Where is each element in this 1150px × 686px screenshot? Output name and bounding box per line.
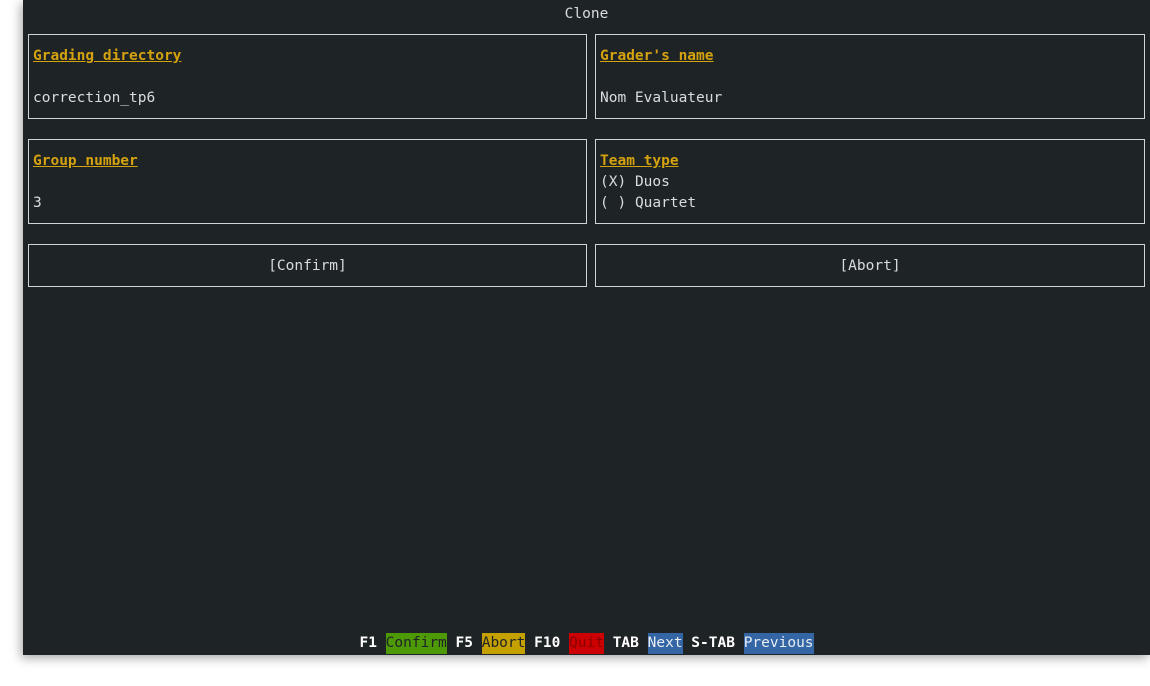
previous-shortcut[interactable]: Previous [743, 633, 814, 654]
key-shift-tab: S-TAB [691, 635, 735, 651]
team-type-field[interactable]: Team type (X) Duos ( ) Quartet [595, 139, 1145, 224]
team-type-option-quartet[interactable]: ( ) Quartet [600, 193, 696, 214]
confirm-shortcut[interactable]: Confirm [385, 633, 447, 654]
key-tab: TAB [612, 635, 639, 651]
group-number-input[interactable]: 3 [33, 193, 42, 213]
dialog-title: Clone [564, 6, 609, 22]
confirm-button[interactable]: [Confirm] [28, 244, 587, 287]
radio-label: Quartet [634, 195, 697, 211]
key-hints-bar: F1 Confirm F5 Abort F10 Quit TAB Next S-… [23, 633, 1150, 654]
grading-directory-label: Grading directory [33, 48, 182, 64]
next-shortcut[interactable]: Next [647, 633, 683, 654]
group-number-label: Group number [33, 153, 138, 169]
team-type-label: Team type [600, 153, 679, 169]
abort-shortcut[interactable]: Abort [481, 633, 526, 654]
radio-label: Duos [634, 174, 670, 190]
team-type-option-duos[interactable]: (X) Duos [600, 172, 670, 193]
quit-shortcut[interactable]: Quit [569, 633, 604, 654]
abort-button[interactable]: [Abort] [595, 244, 1145, 287]
grading-directory-field[interactable]: Grading directory correction_tp6 [28, 34, 587, 119]
terminal-window: Clone Grading directory correction_tp6 G… [23, 0, 1150, 655]
grader-name-label: Grader's name [600, 48, 714, 64]
key-f10: F10 [534, 635, 561, 651]
grader-name-field[interactable]: Grader's name Nom Evaluateur [595, 34, 1145, 119]
group-number-field[interactable]: Group number 3 [28, 139, 587, 224]
key-f1: F1 [359, 635, 377, 651]
radio-marker: ( ) [600, 195, 627, 211]
radio-marker: (X) [600, 174, 627, 190]
grader-name-input[interactable]: Nom Evaluateur [600, 88, 722, 108]
grading-directory-input[interactable]: correction_tp6 [33, 88, 155, 108]
key-f5: F5 [455, 635, 473, 651]
